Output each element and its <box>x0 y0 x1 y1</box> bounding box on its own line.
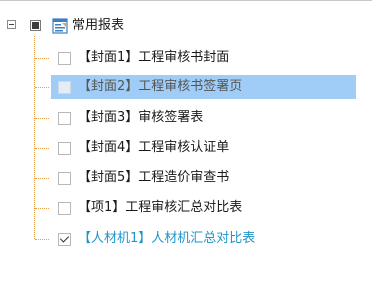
tree-item-label: 【封面1】工程审核书封面 <box>78 50 230 65</box>
tree-item-labor-material1[interactable]: 【人材机1】人材机汇总对比表 <box>0 226 372 252</box>
item-checkbox[interactable] <box>58 81 71 94</box>
tree-branch-line <box>35 178 49 179</box>
tree-branch-line <box>35 148 49 149</box>
report-tree: 常用报表 【封面1】工程审核书封面 【封面2】工程审核书签署页 【封面3】审核签… <box>0 0 372 300</box>
tree-branch-line <box>35 58 49 59</box>
tree-item-label: 【封面3】审核签署表 <box>78 110 204 125</box>
item-checkbox[interactable] <box>58 202 71 215</box>
tree-item-project1[interactable]: 【项1】工程审核汇总对比表 <box>0 195 372 221</box>
tree-item-label: 【人材机1】人材机汇总对比表 <box>78 231 256 246</box>
tree-item-cover5[interactable]: 【封面5】工程造价审查书 <box>0 165 372 191</box>
tree-item-label: 【项1】工程审核汇总对比表 <box>78 200 243 215</box>
tree-item-cover2[interactable]: 【封面2】工程审核书签署页 <box>0 74 372 100</box>
item-checkbox[interactable] <box>58 172 71 185</box>
tree-item-label: 【封面4】工程审核认证单 <box>78 140 230 155</box>
tree-root-label: 常用报表 <box>72 18 125 33</box>
tree-item-cover3[interactable]: 【封面3】审核签署表 <box>0 105 372 131</box>
item-checkbox-checked[interactable] <box>58 233 71 246</box>
tree-branch-line <box>35 208 49 209</box>
tree-branch-line <box>35 239 49 240</box>
report-folder-icon <box>51 17 69 35</box>
tree-item-label: 【封面5】工程造价审查书 <box>78 170 230 185</box>
item-checkbox[interactable] <box>58 52 71 65</box>
tree-item-cover4[interactable]: 【封面4】工程审核认证单 <box>0 135 372 161</box>
tree-branch-line <box>35 118 49 119</box>
tree-branch-line <box>35 87 49 88</box>
tree-item-label: 【封面2】工程审核书签署页 <box>78 79 243 94</box>
root-partial-checkbox[interactable] <box>30 20 41 31</box>
item-checkbox[interactable] <box>58 142 71 155</box>
item-checkbox[interactable] <box>58 112 71 125</box>
collapse-expander-icon[interactable] <box>7 20 16 29</box>
tree-root-node[interactable]: 常用报表 <box>0 16 372 36</box>
tree-item-cover1[interactable]: 【封面1】工程审核书封面 <box>0 45 372 71</box>
